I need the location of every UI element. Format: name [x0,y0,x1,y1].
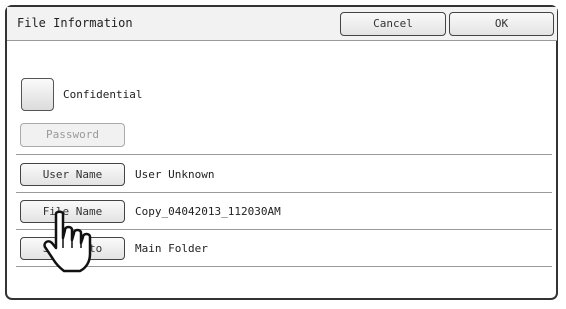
user-name-button[interactable]: User Name [20,163,125,186]
confidential-checkbox[interactable] [21,78,54,111]
stored-to-value: Main Folder [135,242,208,255]
password-button[interactable]: Password [20,123,125,147]
pointing-hand-icon [43,210,92,273]
confidential-label: Confidential [63,88,143,101]
ok-button[interactable]: OK [449,12,554,36]
divider [16,154,552,155]
divider [16,192,552,193]
cancel-button[interactable]: Cancel [340,12,446,36]
user-name-value: User Unknown [135,168,215,181]
dialog-title: File Information [17,16,133,30]
file-name-value: Copy_04042013_112030AM [135,205,281,218]
